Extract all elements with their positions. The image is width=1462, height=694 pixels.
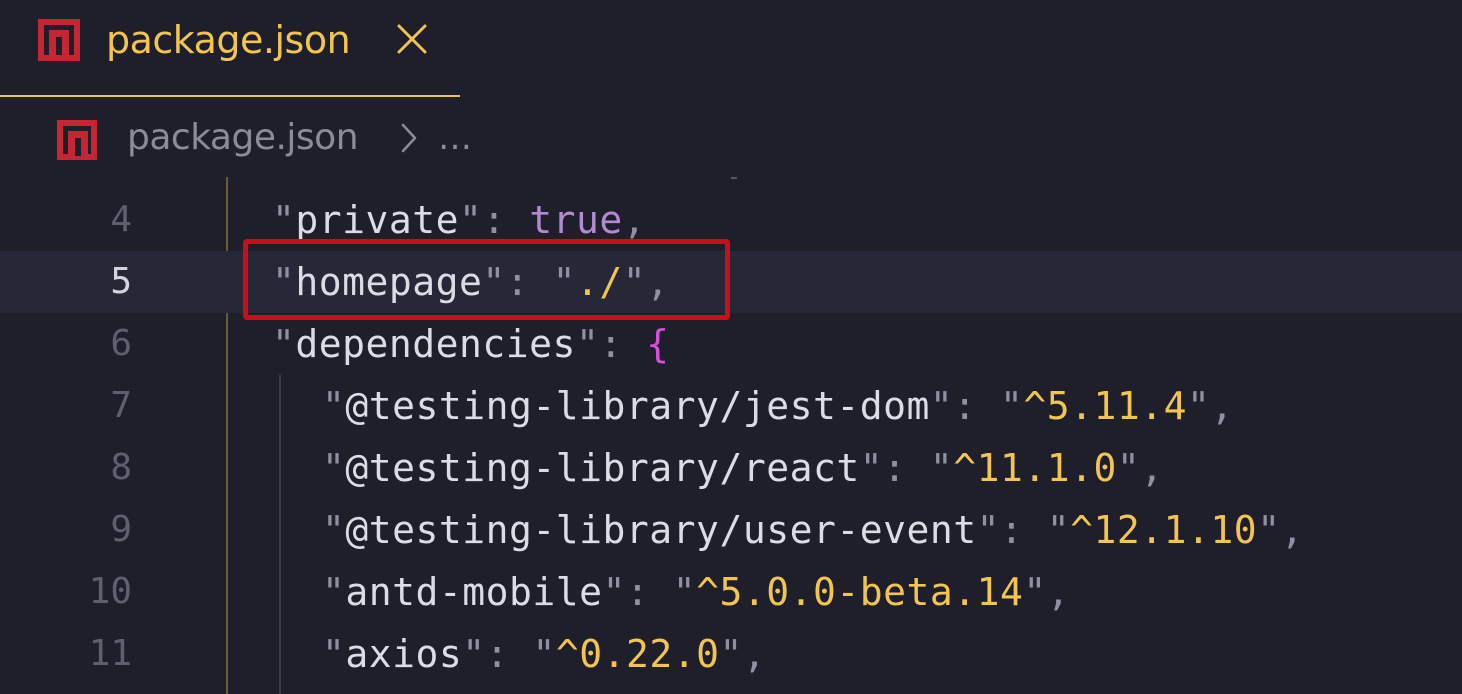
- json-value: ^5.11.4: [1023, 384, 1188, 428]
- json-key: private: [295, 198, 460, 242]
- code-line[interactable]: 11 "axios": "^0.22.0",: [0, 623, 1462, 685]
- code-text: "@testing-library/react": "^11.1.0",: [322, 446, 1164, 490]
- code-line[interactable]: 6 "dependencies": {: [0, 313, 1462, 375]
- scroll-shadow: [731, 177, 737, 179]
- breadcrumb: package.json …: [0, 99, 1462, 177]
- json-value: ^5.0.0-beta.14: [696, 570, 1024, 614]
- line-number: 9: [110, 509, 132, 550]
- json-key: axios: [345, 632, 463, 676]
- breadcrumb-more[interactable]: …: [438, 113, 472, 163]
- line-number: 5: [110, 261, 132, 302]
- tab-bar: package.json: [0, 0, 1462, 97]
- code-text: "homepage": "./",: [272, 260, 670, 304]
- json-key: dependencies: [295, 322, 576, 366]
- json-value: ^11.1.0: [953, 446, 1117, 490]
- json-value: ^0.22.0: [555, 632, 720, 676]
- json-value: ./: [575, 260, 623, 304]
- json-value: true: [529, 198, 623, 242]
- code-area[interactable]: 4 "private": true, 5 "homepage": "./", 6…: [0, 177, 1462, 694]
- tab-label: package.json: [106, 18, 351, 62]
- tab-package-json[interactable]: package.json: [0, 0, 460, 97]
- code-text: "@testing-library/jest-dom": "^5.11.4",: [322, 384, 1234, 428]
- json-key: @testing-library/react: [345, 446, 860, 490]
- json-key: @testing-library/user-event: [345, 508, 977, 552]
- code-text: "axios": "^0.22.0",: [322, 632, 767, 676]
- line-number: 11: [88, 633, 132, 674]
- chevron-right-icon: [401, 123, 417, 153]
- json-key: @testing-library/jest-dom: [345, 384, 930, 428]
- json-value: ^12.1.10: [1070, 508, 1258, 552]
- code-text: "@testing-library/user-event": "^12.1.10…: [322, 508, 1304, 552]
- code-line[interactable]: 8 "@testing-library/react": "^11.1.0",: [0, 437, 1462, 499]
- breadcrumb-file[interactable]: package.json: [127, 113, 359, 163]
- code-text: "dependencies": {: [272, 322, 670, 366]
- json-brace: {: [646, 322, 670, 366]
- code-line-current[interactable]: 5 "homepage": "./",: [0, 251, 1462, 313]
- line-number: 10: [88, 571, 132, 612]
- code-text: "private": true,: [272, 198, 647, 242]
- code-line[interactable]: 7 "@testing-library/jest-dom": "^5.11.4"…: [0, 375, 1462, 437]
- code-line[interactable]: 10 "antd-mobile": "^5.0.0-beta.14",: [0, 561, 1462, 623]
- json-key: antd-mobile: [345, 570, 603, 614]
- json-key: homepage: [295, 260, 483, 304]
- npm-icon: [38, 19, 80, 61]
- line-number: 7: [110, 385, 132, 426]
- code-text: "antd-mobile": "^5.0.0-beta.14",: [322, 570, 1071, 614]
- code-editor: package.json package.json … 4 "private":…: [0, 0, 1462, 694]
- code-line[interactable]: 4 "private": true,: [0, 189, 1462, 251]
- close-icon[interactable]: [395, 22, 429, 56]
- line-number: 4: [110, 199, 132, 240]
- line-number: 8: [110, 447, 132, 488]
- npm-icon: [57, 120, 97, 160]
- code-line[interactable]: 9 "@testing-library/user-event": "^12.1.…: [0, 499, 1462, 561]
- line-number: 6: [110, 323, 132, 364]
